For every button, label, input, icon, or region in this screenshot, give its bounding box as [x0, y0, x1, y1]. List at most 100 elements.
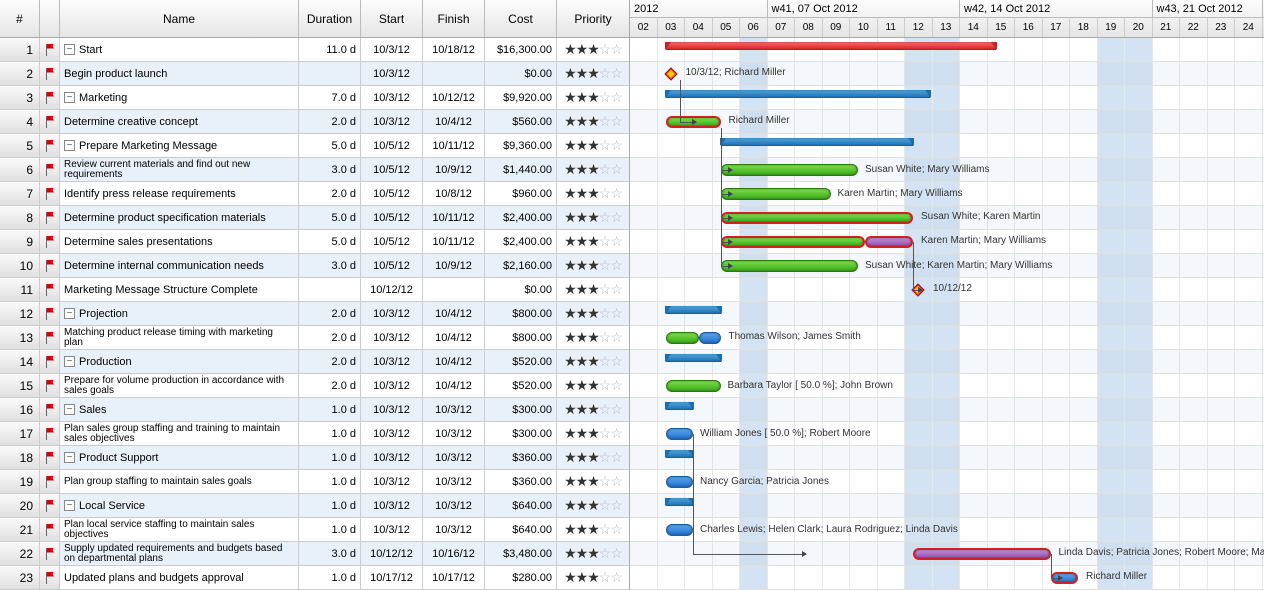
duration-cell[interactable]	[299, 278, 361, 301]
col-flag[interactable]	[40, 0, 60, 37]
expander-icon[interactable]: −	[64, 44, 75, 55]
cost-cell[interactable]: $640.00	[485, 494, 557, 517]
priority-cell[interactable]: ★★★☆☆	[557, 278, 629, 301]
cost-cell[interactable]: $16,300.00	[485, 38, 557, 61]
start-cell[interactable]: 10/17/12	[361, 566, 423, 589]
cost-cell[interactable]: $0.00	[485, 278, 557, 301]
task-name-cell[interactable]: Plan sales group staffing and training t…	[60, 422, 299, 445]
table-row[interactable]: 5−Prepare Marketing Message5.0 d10/5/121…	[0, 134, 629, 158]
table-row[interactable]: 3−Marketing7.0 d10/3/1210/12/12$9,920.00…	[0, 86, 629, 110]
duration-cell[interactable]: 2.0 d	[299, 374, 361, 397]
gantt-bar[interactable]: Susan White; Karen Martin; Mary Williams	[721, 260, 859, 272]
finish-cell[interactable]: 10/4/12	[423, 326, 485, 349]
task-name-cell[interactable]: −Start	[60, 38, 299, 61]
duration-cell[interactable]: 2.0 d	[299, 302, 361, 325]
flag-cell[interactable]	[40, 350, 60, 373]
flag-cell[interactable]	[40, 86, 60, 109]
cost-cell[interactable]: $360.00	[485, 446, 557, 469]
start-cell[interactable]: 10/3/12	[361, 62, 423, 85]
flag-cell[interactable]	[40, 62, 60, 85]
gantt-bar[interactable]	[721, 138, 914, 146]
start-cell[interactable]: 10/3/12	[361, 86, 423, 109]
table-row[interactable]: 22Supply updated requirements and budget…	[0, 542, 629, 566]
gantt-bar[interactable]: Susan White; Karen Martin	[721, 212, 914, 224]
start-cell[interactable]: 10/3/12	[361, 374, 423, 397]
priority-cell[interactable]: ★★★☆☆	[557, 182, 629, 205]
task-name-cell[interactable]: Review current materials and find out ne…	[60, 158, 299, 181]
finish-cell[interactable]: 10/11/12	[423, 230, 485, 253]
table-row[interactable]: 2Begin product launch10/3/12$0.00★★★☆☆	[0, 62, 629, 86]
duration-cell[interactable]: 1.0 d	[299, 398, 361, 421]
start-cell[interactable]: 10/3/12	[361, 470, 423, 493]
gantt-bar[interactable]: Nancy Garcia; Patricia Jones	[666, 476, 694, 488]
start-cell[interactable]: 10/5/12	[361, 206, 423, 229]
col-number[interactable]: #	[0, 0, 40, 37]
start-cell[interactable]: 10/3/12	[361, 398, 423, 421]
cost-cell[interactable]: $0.00	[485, 62, 557, 85]
duration-cell[interactable]: 3.0 d	[299, 542, 361, 565]
expander-icon[interactable]: −	[64, 356, 75, 367]
start-cell[interactable]: 10/3/12	[361, 110, 423, 133]
finish-cell[interactable]: 10/3/12	[423, 470, 485, 493]
task-name-cell[interactable]: Plan group staffing to maintain sales go…	[60, 470, 299, 493]
duration-cell[interactable]: 5.0 d	[299, 206, 361, 229]
gantt-bar[interactable]	[666, 450, 694, 458]
task-name-cell[interactable]: −Product Support	[60, 446, 299, 469]
gantt-bar[interactable]	[666, 306, 721, 314]
finish-cell[interactable]: 10/18/12	[423, 38, 485, 61]
gantt-bar[interactable]: Linda Davis; Patricia Jones; Robert Moor…	[913, 548, 1051, 560]
task-name-cell[interactable]: −Sales	[60, 398, 299, 421]
expander-icon[interactable]: −	[64, 452, 75, 463]
priority-cell[interactable]: ★★★☆☆	[557, 350, 629, 373]
finish-cell[interactable]: 10/3/12	[423, 518, 485, 541]
priority-cell[interactable]: ★★★☆☆	[557, 326, 629, 349]
duration-cell[interactable]: 1.0 d	[299, 470, 361, 493]
task-name-cell[interactable]: Plan local service staffing to maintain …	[60, 518, 299, 541]
cost-cell[interactable]: $9,360.00	[485, 134, 557, 157]
finish-cell[interactable]: 10/3/12	[423, 446, 485, 469]
table-row[interactable]: 10Determine internal communication needs…	[0, 254, 629, 278]
priority-cell[interactable]: ★★★☆☆	[557, 494, 629, 517]
table-row[interactable]: 20−Local Service1.0 d10/3/1210/3/12$640.…	[0, 494, 629, 518]
start-cell[interactable]: 10/12/12	[361, 542, 423, 565]
gantt-bar[interactable]: William Jones [ 50.0 %]; Robert Moore	[666, 428, 694, 440]
start-cell[interactable]: 10/3/12	[361, 350, 423, 373]
cost-cell[interactable]: $280.00	[485, 566, 557, 589]
duration-cell[interactable]: 7.0 d	[299, 86, 361, 109]
task-name-cell[interactable]: Supply updated requirements and budgets …	[60, 542, 299, 565]
duration-cell[interactable]: 3.0 d	[299, 158, 361, 181]
table-row[interactable]: 15Prepare for volume production in accor…	[0, 374, 629, 398]
duration-cell[interactable]: 11.0 d	[299, 38, 361, 61]
cost-cell[interactable]: $1,440.00	[485, 158, 557, 181]
col-start[interactable]: Start	[361, 0, 423, 37]
priority-cell[interactable]: ★★★☆☆	[557, 302, 629, 325]
col-cost[interactable]: Cost	[485, 0, 557, 37]
gantt-bar[interactable]: Karen Martin; Mary Williams	[721, 236, 914, 248]
priority-cell[interactable]: ★★★☆☆	[557, 398, 629, 421]
start-cell[interactable]: 10/5/12	[361, 182, 423, 205]
table-row[interactable]: 11Marketing Message Structure Complete10…	[0, 278, 629, 302]
task-name-cell[interactable]: Determine product specification material…	[60, 206, 299, 229]
finish-cell[interactable]: 10/8/12	[423, 182, 485, 205]
flag-cell[interactable]	[40, 422, 60, 445]
duration-cell[interactable]: 5.0 d	[299, 230, 361, 253]
start-cell[interactable]: 10/3/12	[361, 422, 423, 445]
cost-cell[interactable]: $2,400.00	[485, 230, 557, 253]
start-cell[interactable]: 10/5/12	[361, 158, 423, 181]
cost-cell[interactable]: $520.00	[485, 374, 557, 397]
task-name-cell[interactable]: Determine internal communication needs	[60, 254, 299, 277]
task-name-cell[interactable]: −Production	[60, 350, 299, 373]
cost-cell[interactable]: $800.00	[485, 302, 557, 325]
flag-cell[interactable]	[40, 326, 60, 349]
table-row[interactable]: 14−Production2.0 d10/3/1210/4/12$520.00★…	[0, 350, 629, 374]
priority-cell[interactable]: ★★★☆☆	[557, 110, 629, 133]
cost-cell[interactable]: $2,400.00	[485, 206, 557, 229]
cost-cell[interactable]: $9,920.00	[485, 86, 557, 109]
table-row[interactable]: 6Review current materials and find out n…	[0, 158, 629, 182]
flag-cell[interactable]	[40, 278, 60, 301]
flag-cell[interactable]	[40, 566, 60, 589]
cost-cell[interactable]: $300.00	[485, 398, 557, 421]
gantt-bar[interactable]	[666, 498, 694, 506]
start-cell[interactable]: 10/5/12	[361, 134, 423, 157]
task-name-cell[interactable]: Determine sales presentations	[60, 230, 299, 253]
